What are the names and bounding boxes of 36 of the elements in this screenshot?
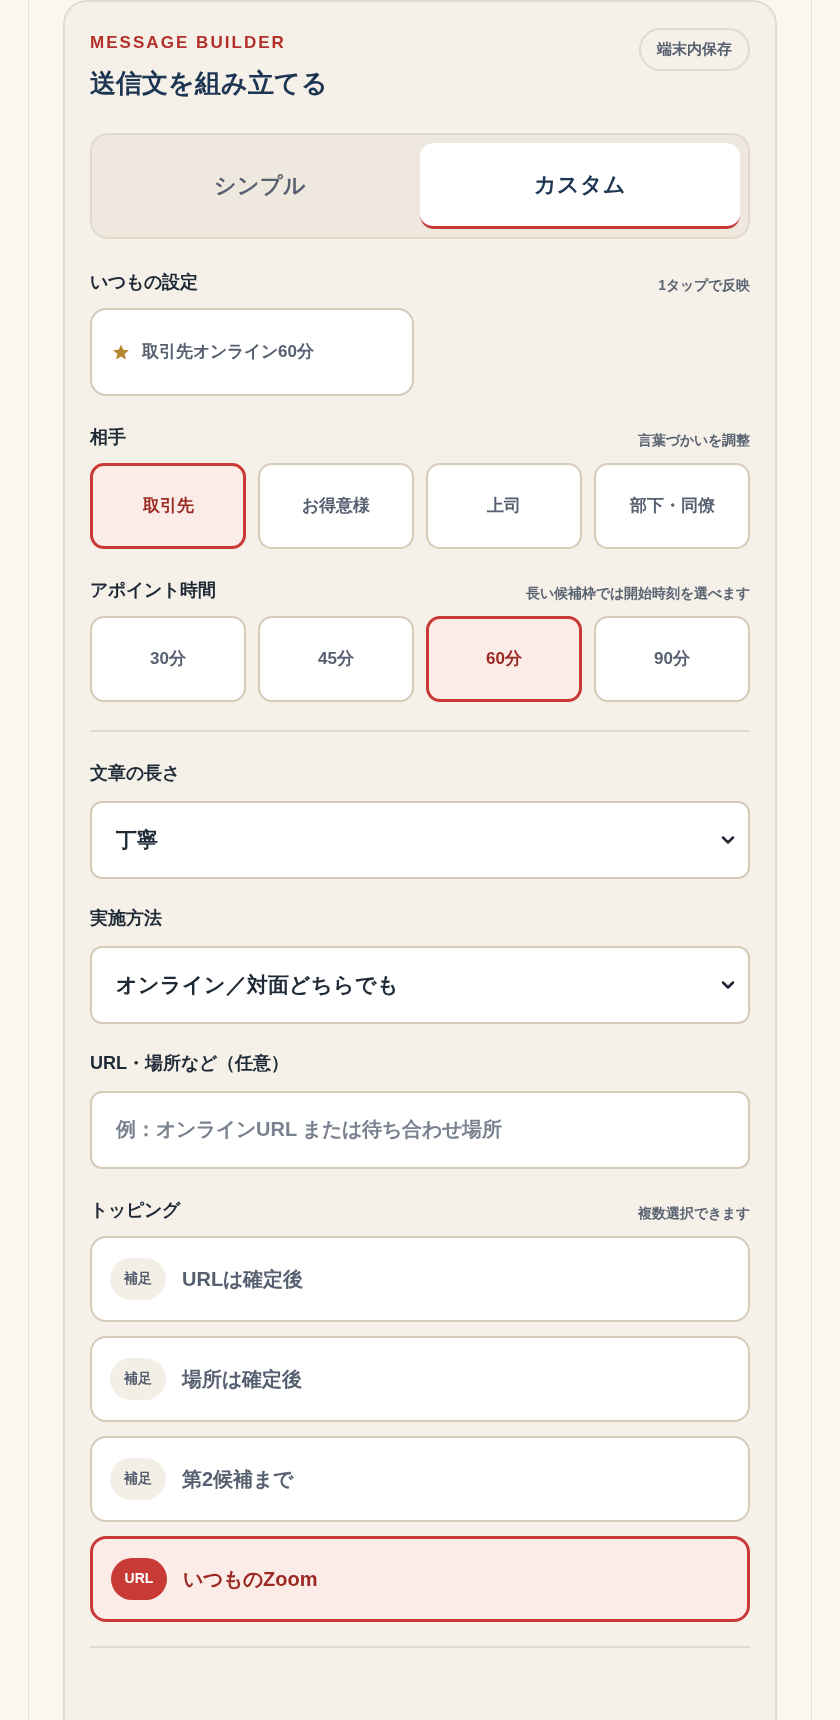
section-hint: 長い候補枠では開始時刻を選べます [526,583,750,603]
option-button[interactable]: 部下・同僚 [594,462,750,549]
mode-tab[interactable]: シンプル [100,142,420,229]
location-input[interactable]: 例：オンラインURL または待ち合わせ場所 [90,1090,750,1169]
topping-tag: 補足 [110,1457,166,1500]
section-label: 文章の長さ [90,761,180,785]
option-button[interactable]: 60分 [426,615,582,702]
topping-option[interactable]: 補足 URLは確定後 [90,1235,750,1322]
option-button[interactable]: 取引先 [90,462,246,549]
option-button[interactable]: 90分 [594,615,750,702]
storage-badge: 端末内保存 [639,28,750,71]
section-label: いつもの設定 [90,270,198,294]
mode-tab[interactable]: カスタム [420,142,740,229]
section-hint: 複数選択できます [638,1203,750,1223]
section-hint: 1タップで反映 [658,275,750,295]
option-button[interactable]: 45分 [258,615,414,702]
topping-option[interactable]: 補足 第2候補まで [90,1435,750,1522]
dropdown-select[interactable]: オンライン／対面どちらでも [90,945,750,1024]
section-hint: 言葉づかいを調整 [638,430,750,450]
topping-tag: 補足 [110,1357,166,1400]
topping-option[interactable]: URL いつものZoom [90,1535,750,1622]
card-title: 送信文を組み立てる [90,66,328,100]
section-label: アポイント時間 [90,578,216,602]
option-button[interactable]: お得意様 [258,462,414,549]
preset-button[interactable]: 取引先オンライン60分 [90,307,414,396]
section-label: URL・場所など（任意） [90,1051,289,1075]
topping-option[interactable]: 補足 場所は確定後 [90,1335,750,1422]
option-button[interactable]: 上司 [426,462,582,549]
section-label: 相手 [90,425,126,449]
topping-tag: 補足 [110,1257,166,1300]
section-label: 実施方法 [90,906,162,930]
eyebrow-label: MESSAGE BUILDER [90,32,287,54]
dropdown-select[interactable]: 丁寧 [90,800,750,879]
option-button[interactable]: 30分 [90,615,246,702]
topping-tag: URL [111,1557,167,1600]
section-label: トッピング [90,1198,180,1222]
